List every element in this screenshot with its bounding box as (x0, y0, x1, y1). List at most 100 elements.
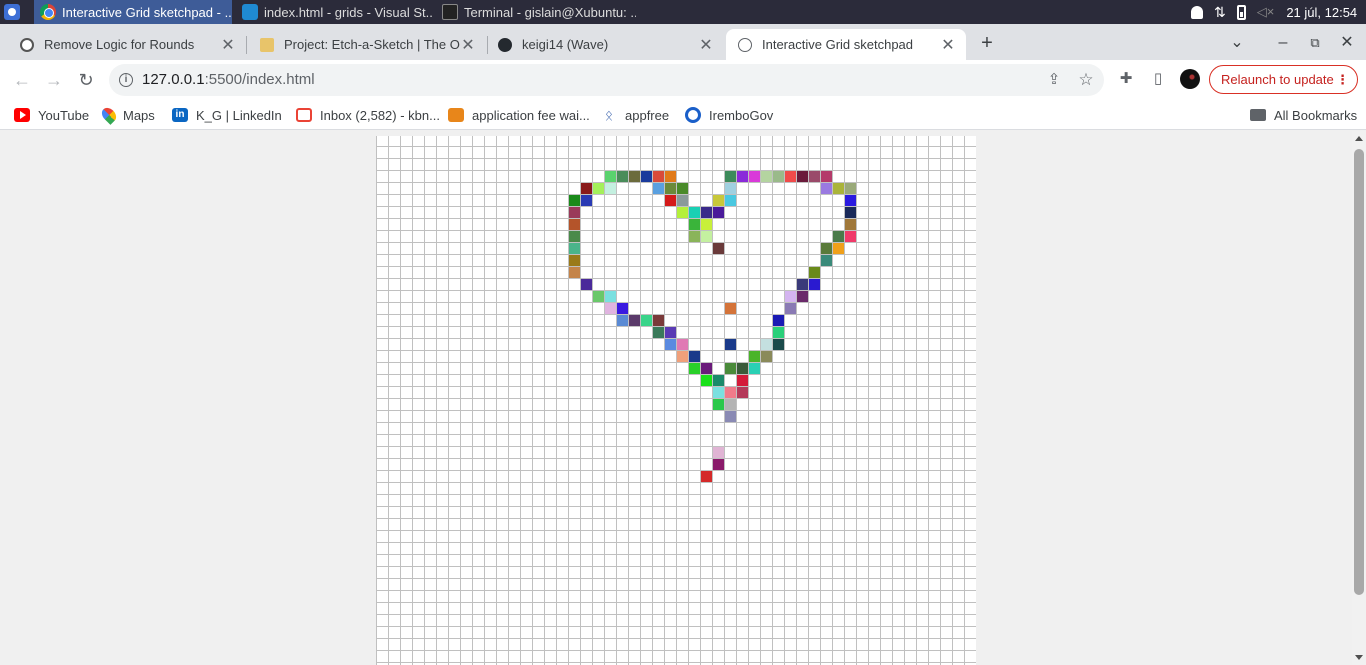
scroll-down-arrow-icon[interactable] (1355, 655, 1363, 660)
painted-cell[interactable] (737, 363, 748, 374)
painted-cell[interactable] (725, 171, 736, 182)
painted-cell[interactable] (785, 171, 796, 182)
painted-cell[interactable] (761, 339, 772, 350)
painted-cell[interactable] (689, 207, 700, 218)
painted-cell[interactable] (593, 291, 604, 302)
painted-cell[interactable] (677, 351, 688, 362)
painted-cell[interactable] (737, 171, 748, 182)
painted-cell[interactable] (689, 219, 700, 230)
side-panel-icon[interactable]: ▯ (1147, 68, 1169, 90)
painted-cell[interactable] (629, 171, 640, 182)
painted-cell[interactable] (725, 399, 736, 410)
painted-cell[interactable] (569, 255, 580, 266)
painted-cell[interactable] (737, 375, 748, 386)
bookmark-application-fee[interactable]: application fee wai... (448, 106, 590, 124)
painted-cell[interactable] (749, 363, 760, 374)
painted-cell[interactable] (569, 267, 580, 278)
painted-cell[interactable] (845, 231, 856, 242)
painted-cell[interactable] (701, 363, 712, 374)
bookmark-star-icon[interactable]: ☆ (1076, 70, 1096, 90)
painted-cell[interactable] (713, 195, 724, 206)
painted-cell[interactable] (761, 351, 772, 362)
painted-cell[interactable] (725, 339, 736, 350)
painted-cell[interactable] (725, 183, 736, 194)
painted-cell[interactable] (845, 207, 856, 218)
page-scrollbar[interactable] (1352, 131, 1366, 665)
painted-cell[interactable] (605, 291, 616, 302)
sketch-grid[interactable] (376, 136, 976, 665)
close-icon[interactable]: ✕ (940, 35, 956, 55)
site-info-icon[interactable]: i (119, 73, 133, 87)
painted-cell[interactable] (725, 303, 736, 314)
clock[interactable]: 21 júl, 12:54 (1286, 5, 1357, 20)
painted-cell[interactable] (701, 471, 712, 482)
maximize-button[interactable]: ⧉ (1302, 32, 1328, 54)
close-icon[interactable]: ✕ (698, 35, 714, 55)
taskbar-item-chrome[interactable]: Interactive Grid sketchpad - ... (34, 0, 232, 24)
painted-cell[interactable] (713, 207, 724, 218)
painted-cell[interactable] (581, 183, 592, 194)
bookmark-youtube[interactable]: YouTube (14, 106, 89, 124)
painted-cell[interactable] (749, 351, 760, 362)
painted-cell[interactable] (785, 291, 796, 302)
painted-cell[interactable] (809, 279, 820, 290)
painted-cell[interactable] (797, 291, 808, 302)
painted-cell[interactable] (677, 207, 688, 218)
tab-search-chevron-icon[interactable]: ⌄ (1224, 32, 1250, 54)
share-icon[interactable]: ⇪ (1044, 70, 1064, 90)
taskbar-item-terminal[interactable]: Terminal - gislain@Xubuntu: ... (436, 0, 636, 24)
painted-cell[interactable] (773, 327, 784, 338)
all-bookmarks-button[interactable]: All Bookmarks (1250, 106, 1357, 124)
painted-cell[interactable] (761, 171, 772, 182)
profile-avatar[interactable] (1180, 69, 1200, 89)
more-menu-icon[interactable]: ⋮ (1336, 66, 1349, 93)
painted-cell[interactable] (581, 195, 592, 206)
painted-cell[interactable] (581, 279, 592, 290)
volume-muted-icon[interactable]: ◁× (1257, 4, 1275, 20)
painted-cell[interactable] (569, 243, 580, 254)
painted-cell[interactable] (617, 303, 628, 314)
url-text[interactable]: 127.0.0.1:5500/index.html (142, 71, 315, 88)
painted-cell[interactable] (677, 339, 688, 350)
painted-cell[interactable] (665, 171, 676, 182)
painted-cell[interactable] (701, 219, 712, 230)
painted-cell[interactable] (593, 183, 604, 194)
painted-cell[interactable] (713, 387, 724, 398)
painted-cell[interactable] (821, 243, 832, 254)
painted-cell[interactable] (773, 171, 784, 182)
forward-button[interactable]: → (42, 68, 66, 92)
painted-cell[interactable] (785, 303, 796, 314)
painted-cell[interactable] (809, 171, 820, 182)
painted-cell[interactable] (629, 315, 640, 326)
tab-interactive-grid[interactable]: Interactive Grid sketchpad ✕ (726, 29, 966, 60)
painted-cell[interactable] (677, 195, 688, 206)
bookmark-gmail-inbox[interactable]: Inbox (2,582) - kbn... (296, 106, 440, 124)
painted-cell[interactable] (833, 243, 844, 254)
xfce-menu-icon[interactable] (4, 4, 20, 20)
back-button[interactable]: ← (10, 68, 34, 92)
painted-cell[interactable] (617, 171, 628, 182)
painted-cell[interactable] (845, 195, 856, 206)
painted-cell[interactable] (641, 315, 652, 326)
painted-cell[interactable] (833, 231, 844, 242)
painted-cell[interactable] (749, 171, 760, 182)
painted-cell[interactable] (665, 327, 676, 338)
painted-cell[interactable] (617, 315, 628, 326)
tab-remove-logic[interactable]: Remove Logic for Rounds ✕ (0, 29, 246, 60)
sketch-grid-container[interactable] (376, 136, 976, 665)
painted-cell[interactable] (605, 183, 616, 194)
reload-button[interactable]: ↻ (74, 68, 98, 92)
painted-cell[interactable] (713, 399, 724, 410)
window-close-button[interactable]: ✕ (1334, 32, 1360, 54)
painted-cell[interactable] (641, 171, 652, 182)
painted-cell[interactable] (725, 363, 736, 374)
battery-icon[interactable] (1236, 4, 1246, 20)
painted-cell[interactable] (665, 183, 676, 194)
new-tab-button[interactable]: + (974, 32, 1000, 54)
painted-cell[interactable] (713, 375, 724, 386)
painted-cell[interactable] (653, 315, 664, 326)
scroll-up-arrow-icon[interactable] (1355, 136, 1363, 141)
painted-cell[interactable] (701, 207, 712, 218)
painted-cell[interactable] (689, 231, 700, 242)
painted-cell[interactable] (809, 267, 820, 278)
